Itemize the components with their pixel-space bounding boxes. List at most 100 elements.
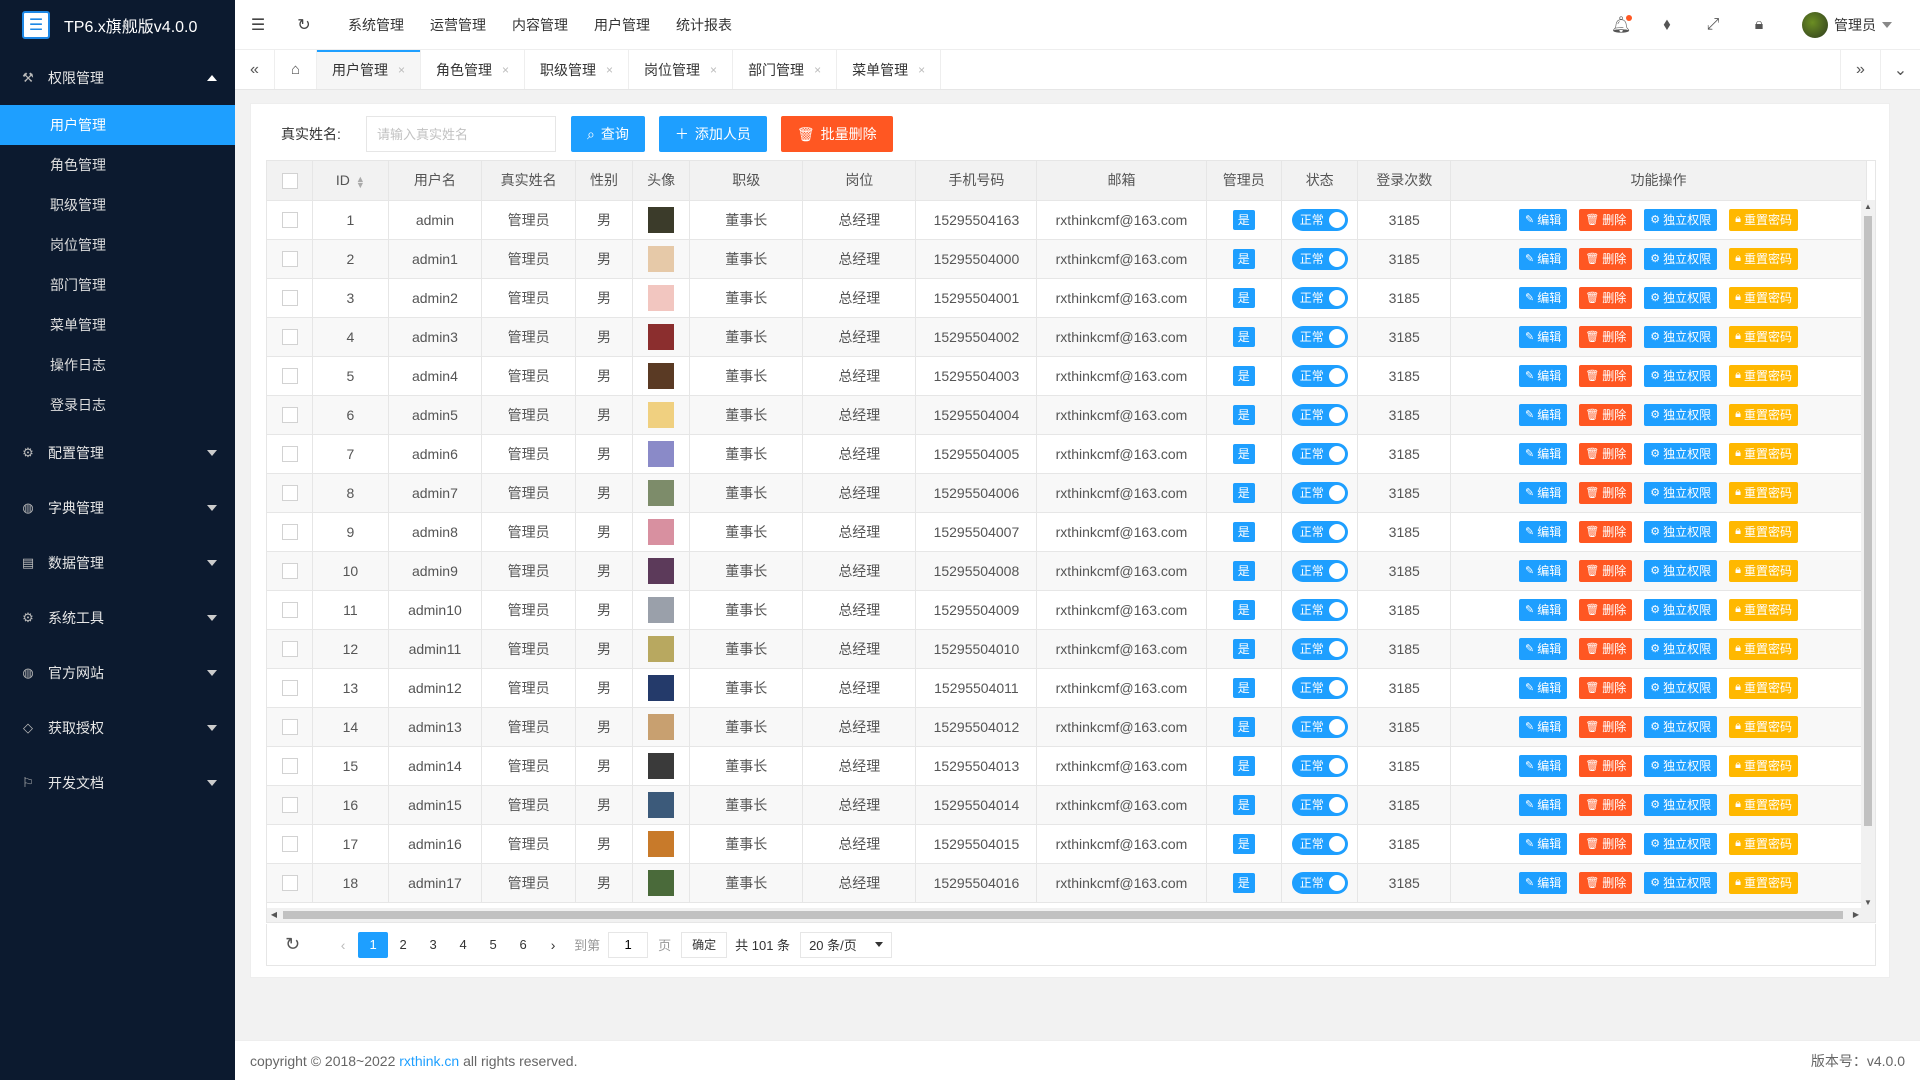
status-toggle[interactable]: 正常 bbox=[1291, 754, 1348, 777]
permission-button[interactable]: ⚙ 独立权限 bbox=[1644, 832, 1718, 855]
close-icon[interactable]: × bbox=[606, 63, 613, 77]
edit-button[interactable]: ✎ 编辑 bbox=[1519, 598, 1568, 621]
row-checkbox[interactable] bbox=[281, 329, 298, 346]
delete-button[interactable]: 🗑︎ 删除 bbox=[1579, 481, 1633, 504]
edit-button[interactable]: ✎ 编辑 bbox=[1519, 871, 1568, 894]
tab-item[interactable]: 职级管理 × bbox=[525, 50, 630, 89]
edit-button[interactable]: ✎ 编辑 bbox=[1519, 754, 1568, 777]
row-checkbox[interactable] bbox=[281, 758, 298, 775]
edit-button[interactable]: ✎ 编辑 bbox=[1519, 715, 1568, 738]
logo[interactable]: ☰ TP6.x旗舰版v4.0.0 bbox=[0, 0, 235, 50]
delete-button[interactable]: 🗑︎ 删除 bbox=[1579, 871, 1633, 894]
avatar[interactable] bbox=[648, 323, 675, 350]
permission-button[interactable]: ⚙ 独立权限 bbox=[1644, 325, 1718, 348]
status-toggle[interactable]: 正常 bbox=[1291, 481, 1348, 504]
horizontal-scroll-thumb[interactable] bbox=[283, 911, 1843, 919]
avatar[interactable] bbox=[648, 362, 675, 389]
refresh-icon[interactable]: ↻ bbox=[281, 0, 327, 50]
status-toggle[interactable]: 正常 bbox=[1291, 286, 1348, 309]
tabs-dropdown-icon[interactable]: ⌄ bbox=[1880, 50, 1920, 89]
row-checkbox[interactable] bbox=[281, 563, 298, 580]
avatar[interactable] bbox=[648, 830, 675, 857]
reset-password-button[interactable]: 🔒︎ 重置密码 bbox=[1729, 559, 1798, 582]
status-toggle[interactable]: 正常 bbox=[1291, 637, 1348, 660]
permission-button[interactable]: ⚙ 独立权限 bbox=[1644, 637, 1718, 660]
status-toggle[interactable]: 正常 bbox=[1291, 871, 1348, 894]
avatar[interactable] bbox=[648, 713, 675, 740]
avatar[interactable] bbox=[648, 518, 675, 545]
reset-password-button[interactable]: 🔒︎ 重置密码 bbox=[1729, 520, 1798, 543]
status-toggle[interactable]: 正常 bbox=[1291, 793, 1348, 816]
goto-confirm-button[interactable]: 确定 bbox=[681, 931, 728, 958]
reset-password-button[interactable]: 🔒︎ 重置密码 bbox=[1729, 481, 1798, 504]
page-number[interactable]: 4 bbox=[448, 932, 478, 958]
delete-button[interactable]: 🗑︎ 删除 bbox=[1579, 715, 1633, 738]
edit-button[interactable]: ✎ 编辑 bbox=[1519, 832, 1568, 855]
bell-icon[interactable]: 🔔︎ bbox=[1598, 0, 1644, 50]
permission-button[interactable]: ⚙ 独立权限 bbox=[1644, 559, 1718, 582]
close-icon[interactable]: × bbox=[918, 63, 925, 77]
delete-button[interactable]: 🗑︎ 删除 bbox=[1579, 208, 1633, 231]
user-menu[interactable]: 管理员 bbox=[1782, 11, 1910, 38]
batch-delete-button[interactable]: 🗑︎ 批量删除 bbox=[780, 116, 893, 152]
top-menu-item[interactable]: 内容管理 bbox=[499, 0, 581, 50]
permission-button[interactable]: ⚙ 独立权限 bbox=[1644, 520, 1718, 543]
permission-button[interactable]: ⚙ 独立权限 bbox=[1644, 286, 1718, 309]
reset-password-button[interactable]: 🔒︎ 重置密码 bbox=[1729, 715, 1798, 738]
permission-button[interactable]: ⚙ 独立权限 bbox=[1644, 793, 1718, 816]
reset-password-button[interactable]: 🔒︎ 重置密码 bbox=[1729, 403, 1798, 426]
sidebar-item[interactable]: 用户管理 bbox=[0, 105, 235, 145]
site-link[interactable]: rxthink.cn bbox=[399, 1053, 459, 1069]
status-toggle[interactable]: 正常 bbox=[1291, 598, 1348, 621]
status-toggle[interactable]: 正常 bbox=[1291, 559, 1348, 582]
vertical-scrollbar[interactable]: ▲ ▼ bbox=[1861, 200, 1875, 910]
lock-icon[interactable]: 🔒︎ bbox=[1736, 0, 1782, 50]
delete-button[interactable]: 🗑︎ 删除 bbox=[1579, 325, 1633, 348]
delete-button[interactable]: 🗑︎ 删除 bbox=[1579, 676, 1633, 699]
delete-button[interactable]: 🗑︎ 删除 bbox=[1579, 559, 1633, 582]
sidebar-group-header[interactable]: ⚐ 开发文档 bbox=[0, 755, 235, 810]
sidebar-item[interactable]: 角色管理 bbox=[0, 145, 235, 185]
table-refresh-icon[interactable]: ↻ bbox=[285, 934, 300, 955]
edit-button[interactable]: ✎ 编辑 bbox=[1519, 637, 1568, 660]
avatar[interactable] bbox=[648, 284, 675, 311]
status-toggle[interactable]: 正常 bbox=[1291, 247, 1348, 270]
permission-button[interactable]: ⚙ 独立权限 bbox=[1644, 598, 1718, 621]
reset-password-button[interactable]: 🔒︎ 重置密码 bbox=[1729, 325, 1798, 348]
reset-password-button[interactable]: 🔒︎ 重置密码 bbox=[1729, 754, 1798, 777]
status-toggle[interactable]: 正常 bbox=[1291, 325, 1348, 348]
sidebar-item[interactable]: 职级管理 bbox=[0, 185, 235, 225]
edit-button[interactable]: ✎ 编辑 bbox=[1519, 286, 1568, 309]
avatar[interactable] bbox=[648, 401, 675, 428]
edit-button[interactable]: ✎ 编辑 bbox=[1519, 325, 1568, 348]
edit-button[interactable]: ✎ 编辑 bbox=[1519, 676, 1568, 699]
scroll-right-icon[interactable]: ▶ bbox=[1849, 908, 1863, 922]
select-all-checkbox[interactable] bbox=[281, 172, 298, 189]
sidebar-item[interactable]: 登录日志 bbox=[0, 385, 235, 425]
page-number[interactable]: 3 bbox=[418, 932, 448, 958]
delete-button[interactable]: 🗑︎ 删除 bbox=[1579, 598, 1633, 621]
permission-button[interactable]: ⚙ 独立权限 bbox=[1644, 676, 1718, 699]
sidebar-item[interactable]: 岗位管理 bbox=[0, 225, 235, 265]
avatar[interactable] bbox=[648, 479, 675, 506]
tab-item[interactable]: 用户管理 × bbox=[317, 50, 422, 89]
close-icon[interactable]: × bbox=[502, 63, 509, 77]
reset-password-button[interactable]: 🔒︎ 重置密码 bbox=[1729, 637, 1798, 660]
row-checkbox[interactable] bbox=[281, 602, 298, 619]
permission-button[interactable]: ⚙ 独立权限 bbox=[1644, 403, 1718, 426]
row-checkbox[interactable] bbox=[281, 680, 298, 697]
avatar[interactable] bbox=[648, 869, 675, 896]
sidebar-group-header[interactable]: ◍ 字典管理 bbox=[0, 480, 235, 535]
page-number[interactable]: 6 bbox=[508, 932, 538, 958]
permission-button[interactable]: ⚙ 独立权限 bbox=[1644, 871, 1718, 894]
tabs-scroll-right-icon[interactable]: » bbox=[1840, 50, 1880, 89]
delete-button[interactable]: 🗑︎ 删除 bbox=[1579, 754, 1633, 777]
sidebar-group-header[interactable]: ⚙ 系统工具 bbox=[0, 590, 235, 645]
reset-password-button[interactable]: 🔒︎ 重置密码 bbox=[1729, 676, 1798, 699]
top-menu-item[interactable]: 系统管理 bbox=[335, 0, 417, 50]
page-number[interactable]: 2 bbox=[388, 932, 418, 958]
close-icon[interactable]: × bbox=[814, 63, 821, 77]
row-checkbox[interactable] bbox=[281, 251, 298, 268]
realname-search-input[interactable] bbox=[366, 116, 556, 152]
avatar[interactable] bbox=[648, 752, 675, 779]
